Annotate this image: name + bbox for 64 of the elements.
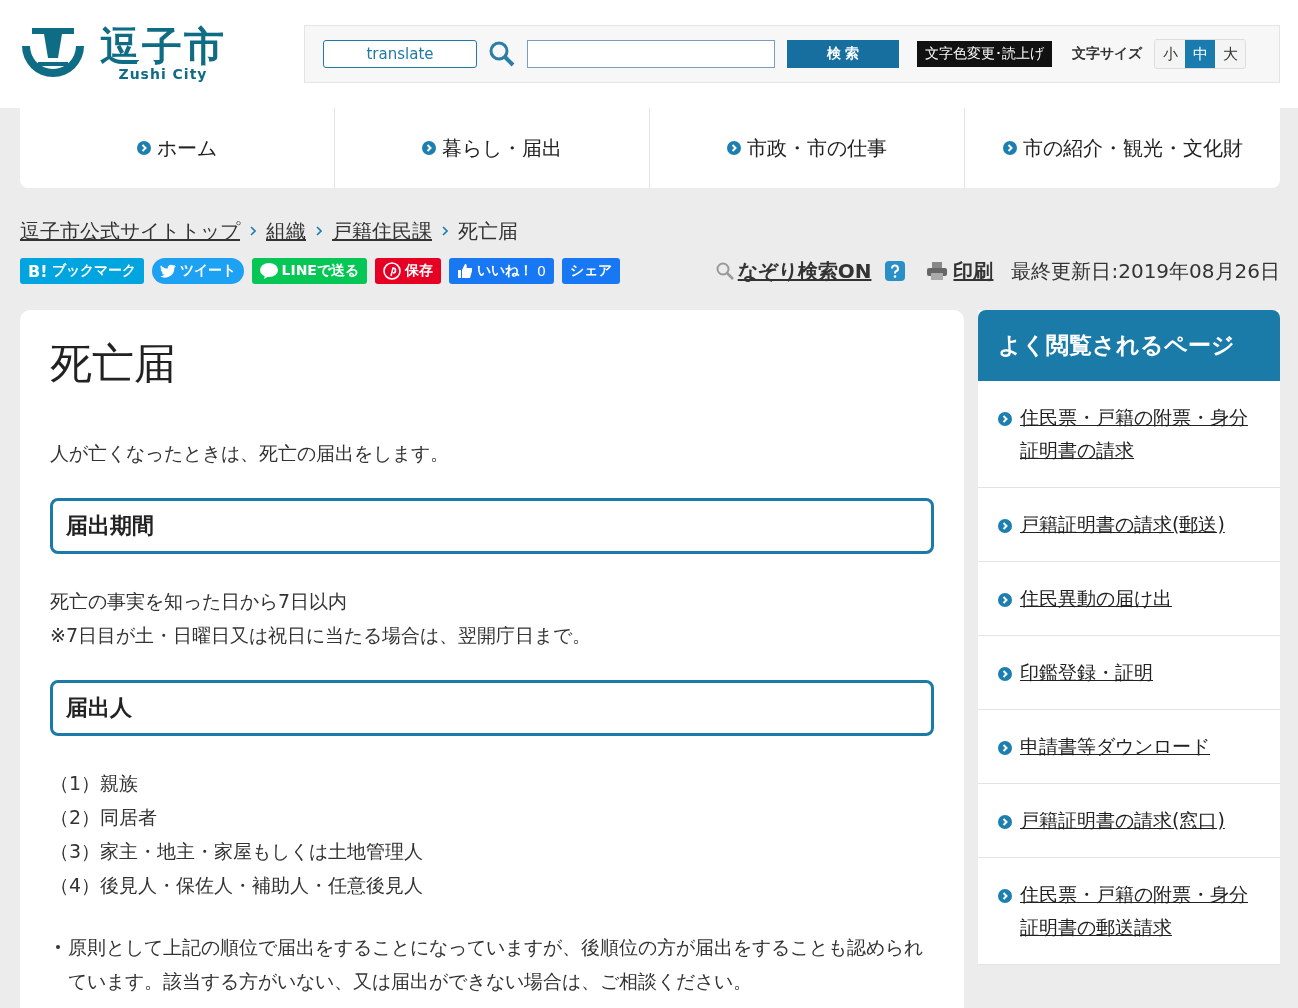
search-icon [715, 262, 734, 280]
last-updated-text: 最終更新日:2019年08月26日 [1011, 257, 1280, 285]
chevron-icon [250, 226, 256, 236]
chevron-icon [316, 226, 322, 236]
body-text: （3）家主・地主・家屋もしくは土地管理人 [50, 839, 425, 864]
font-size-button[interactable]: 中 [1185, 40, 1215, 68]
chevron-icon [1002, 141, 1017, 155]
section-heading: 届出人 [50, 680, 934, 736]
nav-item[interactable]: 市の紹介・観光・文化財 [965, 108, 1280, 188]
pin-icon [382, 262, 401, 280]
chevron-icon [442, 226, 448, 236]
color-change-button[interactable]: 文字色変更･読上げ [917, 41, 1052, 67]
section-heading: 届出期間 [50, 498, 934, 554]
breadcrumb-link[interactable]: 戸籍住民課 [332, 217, 432, 245]
help-icon[interactable] [885, 261, 906, 281]
breadcrumb-link[interactable]: 逗子市公式サイトトップ [20, 217, 240, 245]
share-button[interactable]: いいね！ 0 [448, 258, 554, 284]
body-text: 死亡の事実を知った日から7日以内 [50, 589, 349, 614]
share-button[interactable]: シェア [561, 258, 620, 284]
bullet-icon [56, 945, 60, 949]
nav-item[interactable]: ホーム [20, 108, 335, 188]
page-title: 死亡届 [50, 338, 177, 390]
translate-button[interactable]: translate [323, 40, 477, 68]
breadcrumb-current: 死亡届 [458, 217, 518, 245]
chat-bubble-icon [259, 263, 278, 279]
print-link[interactable]: 印刷 [953, 257, 994, 285]
body-text: （4）後見人・保佐人・補助人・任意後見人 [50, 873, 425, 898]
search-icon [489, 41, 515, 67]
body-text: ※7日目が土・日曜日又は祝日に当たる場合は、翌開庁日まで。 [50, 623, 592, 648]
chevron-icon [998, 667, 1012, 681]
chevron-icon [998, 815, 1012, 829]
chevron-icon [998, 412, 1012, 426]
thumbs-up-icon [456, 263, 473, 279]
intro-text: 人が亡くなったときは、死亡の届出をします。 [50, 441, 450, 466]
site-logo-subtitle: Zushi City [118, 66, 208, 82]
bird-icon [159, 264, 176, 278]
body-text: （2）同居者 [50, 805, 159, 830]
body-text: （1）親族 [50, 771, 140, 796]
sidebar-link[interactable]: 印鑑登録・証明 [1020, 656, 1153, 689]
sidebar-link[interactable]: 申請書等ダウンロード [1020, 730, 1210, 763]
chevron-icon [998, 741, 1012, 755]
breadcrumb-link[interactable]: 組織 [266, 217, 306, 245]
search-field[interactable] [527, 40, 775, 68]
sidebar-link[interactable]: 住民異動の届け出 [1020, 582, 1172, 615]
nav-item[interactable]: 暮らし・届出 [335, 108, 650, 188]
chevron-icon [727, 141, 741, 155]
nav-item[interactable]: 市政・市の仕事 [650, 108, 965, 188]
chevron-icon [422, 141, 436, 155]
sidebar-link[interactable]: 戸籍証明書の請求(郵送) [1020, 508, 1225, 541]
chevron-icon [137, 141, 151, 155]
sidebar-link[interactable]: 住民票・戸籍の附票・身分証明書の請求 [1020, 401, 1260, 467]
font-size-label: 文字サイズ [1072, 45, 1142, 63]
printer-icon [927, 262, 948, 280]
sidebar-link[interactable]: 住民票・戸籍の附票・身分証明書の郵送請求 [1020, 878, 1260, 944]
search-button[interactable]: 検 索 [787, 40, 899, 68]
share-button[interactable]: 保存 [374, 258, 441, 284]
site-logo-name[interactable]: 逗子市 [100, 26, 226, 66]
chevron-icon [998, 889, 1012, 903]
sidebar-title: よく閲覧されるページ [978, 310, 1280, 381]
chevron-icon [998, 519, 1012, 533]
note-text: 原則として上記の順位で届出をすることになっていますが、後順位の方が届出をすることも認められています。該当する方がいない、又は届出ができない場合は、ご相談ください。 [68, 935, 924, 994]
trace-search-link[interactable]: なぞり検索ON [737, 257, 872, 285]
chevron-icon [998, 593, 1012, 607]
sidebar-link[interactable]: 戸籍証明書の請求(窓口) [1020, 804, 1225, 837]
